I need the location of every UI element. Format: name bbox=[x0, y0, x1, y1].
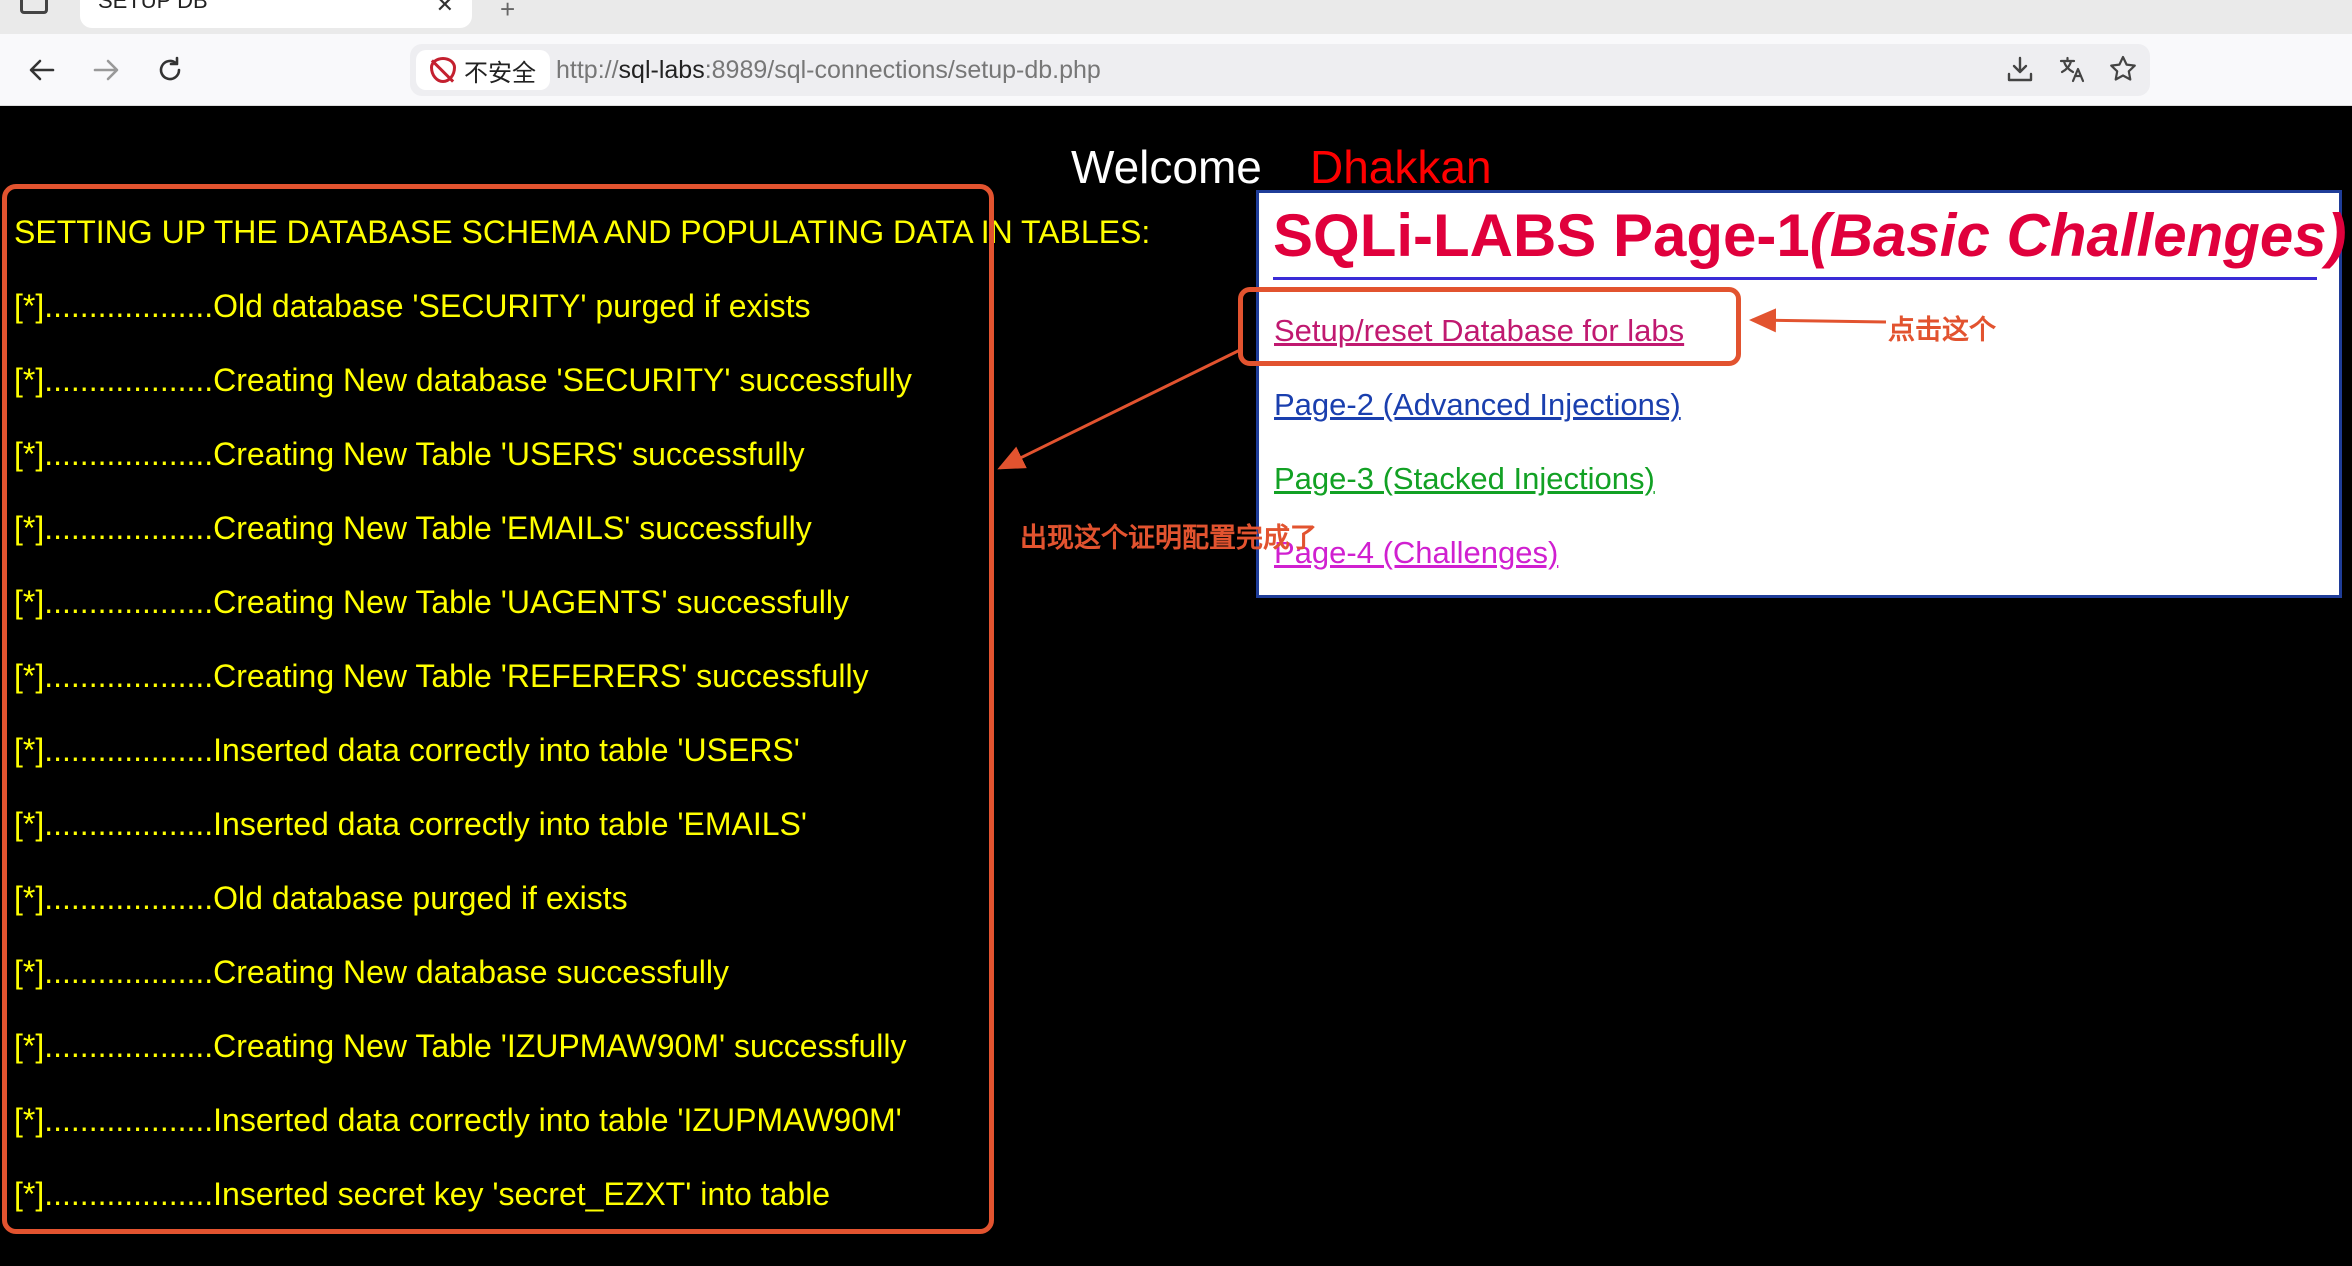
back-button[interactable] bbox=[20, 48, 64, 92]
back-icon bbox=[29, 59, 55, 81]
menu-title-main: SQLi-LABS Page-1 bbox=[1273, 202, 1810, 269]
output-highlight-box bbox=[2, 184, 994, 1234]
url-path: :8989/sql-connections/setup-db.php bbox=[704, 56, 1101, 84]
labs-menu-panel: SQLi-LABS Page-1(Basic Challenges) Setup… bbox=[1256, 190, 2347, 598]
reload-icon bbox=[159, 56, 181, 81]
welcome-username: Dhakkan bbox=[1310, 141, 1492, 193]
security-chip[interactable]: 不安全 bbox=[416, 50, 550, 90]
menu-title: SQLi-LABS Page-1(Basic Challenges) bbox=[1273, 201, 2347, 270]
link-highlight-box bbox=[1238, 287, 1741, 366]
download-icon[interactable] bbox=[2005, 54, 2035, 91]
security-label: 不安全 bbox=[464, 59, 536, 87]
menu-title-sub: (Basic Challenges) bbox=[1809, 202, 2347, 269]
forward-icon bbox=[93, 59, 119, 81]
tab-overview-icon[interactable] bbox=[20, 0, 48, 14]
menu-title-underline bbox=[1273, 277, 2317, 280]
annotation-click-here: 点击这个 bbox=[1888, 315, 1996, 345]
annotation-config-done: 出现这个证明配置完成了 bbox=[1020, 523, 1317, 553]
reload-button[interactable] bbox=[148, 48, 192, 92]
forward-button[interactable] bbox=[84, 48, 128, 92]
address-bar[interactable]: 不安全 http://sql-labs:8989/sql-connections… bbox=[410, 44, 2150, 96]
translate-icon[interactable] bbox=[2058, 54, 2088, 91]
page-2-link[interactable]: Page-2 (Advanced Injections) bbox=[1274, 387, 1681, 423]
url-prefix: http:// bbox=[556, 56, 619, 84]
insecure-icon bbox=[430, 57, 456, 83]
url-host: sql-labs bbox=[618, 56, 705, 84]
browser-tab[interactable]: SETUP DB ✕ bbox=[80, 0, 472, 28]
browser-toolbar: 不安全 http://sql-labs:8989/sql-connections… bbox=[0, 34, 2352, 106]
welcome-label: Welcome bbox=[1071, 141, 1262, 193]
page-3-link[interactable]: Page-3 (Stacked Injections) bbox=[1274, 461, 1655, 497]
new-tab-icon[interactable]: + bbox=[500, 0, 515, 25]
tab-title: SETUP DB bbox=[98, 0, 208, 13]
url-text[interactable]: http://sql-labs:8989/sql-connections/set… bbox=[556, 56, 1101, 85]
tab-bar: SETUP DB ✕ + bbox=[0, 0, 2352, 34]
bookmark-star-icon[interactable] bbox=[2108, 54, 2138, 91]
tab-close-icon[interactable]: ✕ bbox=[436, 0, 454, 18]
